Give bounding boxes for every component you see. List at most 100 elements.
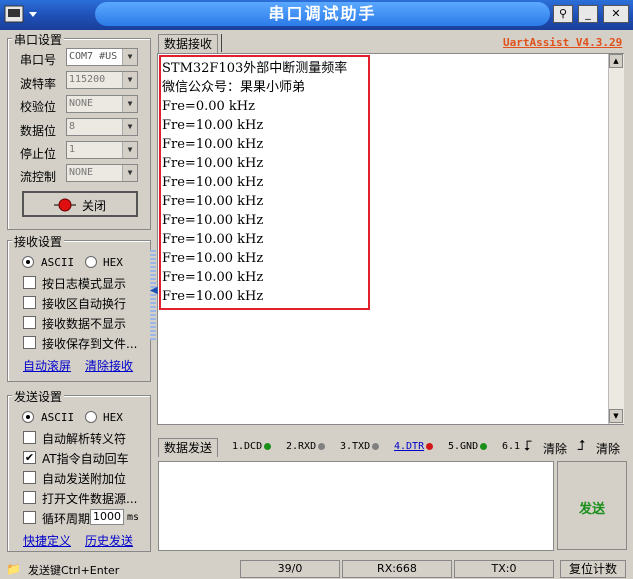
port-select[interactable]: COM7 #US ▼: [66, 48, 138, 66]
group-label: 发送设置: [12, 388, 65, 405]
send-option-checkbox[interactable]: [23, 471, 36, 484]
minimize-button[interactable]: _: [578, 5, 598, 23]
auto-scroll-link[interactable]: 自动滚屏: [23, 357, 71, 374]
send-option-label: 打开文件数据源...: [42, 492, 138, 506]
send-ascii-radio[interactable]: [22, 411, 34, 423]
recv-option-checkbox[interactable]: [23, 336, 36, 349]
parity-select[interactable]: NONE ▼: [66, 95, 138, 113]
send-option-checkbox[interactable]: ✔: [23, 451, 36, 464]
databits-select[interactable]: 8 ▼: [66, 118, 138, 136]
window-title: 串口调试助手: [95, 2, 550, 26]
send-ascii-label: ASCII: [41, 411, 75, 424]
recv-option-checkbox[interactable]: [23, 296, 36, 309]
tab-data-send[interactable]: 数据发送: [158, 438, 219, 457]
chevron-down-icon: ▼: [122, 49, 137, 65]
signal-rxd: 2.RXD: [286, 441, 326, 452]
signal-led-icon: [426, 442, 434, 450]
red-led-icon: [54, 198, 76, 212]
group-label: 接收设置: [12, 233, 65, 250]
reset-count-button[interactable]: 复位计数: [560, 560, 626, 578]
signal-dcd: 1.DCD: [232, 441, 272, 452]
pin-button[interactable]: ⚲: [553, 5, 573, 23]
close-port-label: 关闭: [82, 199, 107, 213]
chevron-down-icon: ▼: [122, 165, 137, 181]
tab-separator: [221, 34, 222, 52]
receive-scrollbar[interactable]: ▲ ▼: [608, 54, 624, 424]
chevron-down-icon: ▼: [122, 72, 137, 88]
chevron-down-icon: ▼: [122, 119, 137, 135]
signal-dtr[interactable]: 4.DTR: [394, 441, 434, 452]
recv-option-label: 接收保存到文件...: [42, 337, 138, 351]
highlight-box: [159, 55, 370, 310]
signal-txd: 3.TXD: [340, 441, 380, 452]
system-menu-button[interactable]: [4, 4, 42, 24]
clear-receive-link[interactable]: 清除接收: [85, 357, 133, 374]
send-button[interactable]: 发送: [557, 461, 627, 550]
flow-label: 流控制: [20, 170, 57, 184]
send-option-label: AT指令自动回车: [42, 452, 129, 466]
send-option-checkbox[interactable]: [23, 431, 36, 444]
databits-label: 数据位: [20, 124, 57, 138]
group-label: 串口设置: [12, 31, 65, 48]
baud-label: 波特率: [20, 77, 57, 91]
stopbits-label: 停止位: [20, 147, 57, 161]
clear-send-button-1[interactable]: 清除: [543, 440, 567, 457]
send-option-checkbox[interactable]: [23, 491, 36, 504]
recv-option-label: 接收区自动换行: [42, 297, 127, 311]
shortcut-def-link[interactable]: 快捷定义: [23, 532, 71, 549]
tab-data-receive[interactable]: 数据接收: [158, 34, 219, 53]
status-icon: 📁: [6, 562, 21, 576]
collapse-arrow-icon[interactable]: ◀: [150, 285, 158, 296]
signal-led-icon: [318, 442, 326, 450]
chevron-down-icon: ▼: [122, 142, 137, 158]
version-link[interactable]: UartAssist V4.3.29: [503, 36, 622, 49]
flow-select[interactable]: NONE ▼: [66, 164, 138, 182]
send-hex-label: HEX: [103, 411, 123, 424]
send-button-label: 发送: [578, 502, 605, 517]
signal-gnd: 5.GND: [448, 441, 488, 452]
cycle-unit: ms: [127, 512, 140, 523]
status-hint: 发送键Ctrl+Enter: [28, 564, 120, 577]
stopbits-select[interactable]: 1 ▼: [66, 141, 138, 159]
pin-icon: ⚲: [558, 7, 568, 20]
clear-send-icon[interactable]: ⮦: [524, 438, 532, 454]
scroll-down-icon[interactable]: ▼: [609, 409, 623, 423]
clear-send-button-2[interactable]: 清除: [596, 440, 620, 457]
signal-6: 6.1: [502, 441, 521, 452]
title-bar: 串口调试助手 ⚲ _ ✕: [0, 0, 633, 30]
parity-label: 校验位: [20, 100, 57, 114]
send-text-area[interactable]: [158, 461, 554, 551]
status-count: 39/0: [240, 560, 340, 578]
signal-indicators: 1.DCD 2.RXD 3.TXD 4.DTR 5.GND 6.1: [226, 437, 521, 457]
signal-led-icon: [372, 442, 380, 450]
recv-option-label: 按日志模式显示: [42, 277, 127, 291]
recv-hex-label: HEX: [103, 256, 123, 269]
recv-ascii-label: ASCII: [41, 256, 75, 269]
status-rx: RX:668: [342, 560, 452, 578]
baud-select[interactable]: 115200 ▼: [66, 71, 138, 89]
recv-ascii-radio[interactable]: [22, 256, 34, 268]
close-icon: ✕: [611, 7, 621, 20]
recv-option-label: 接收数据不显示: [42, 317, 127, 331]
close-window-button[interactable]: ✕: [603, 5, 629, 23]
signal-led-icon: [480, 442, 488, 450]
send-option-label: 自动发送附加位: [42, 472, 127, 486]
minimize-icon: _: [585, 7, 591, 20]
history-send-link[interactable]: 历史发送: [85, 532, 133, 549]
send-hex-radio[interactable]: [85, 411, 97, 423]
recv-option-checkbox[interactable]: [23, 276, 36, 289]
status-tx: TX:0: [454, 560, 554, 578]
clear-recv-icon[interactable]: ⮥: [577, 438, 585, 454]
cycle-input[interactable]: 1000: [90, 509, 124, 525]
recv-hex-radio[interactable]: [85, 256, 97, 268]
recv-option-checkbox[interactable]: [23, 316, 36, 329]
app-icon: [4, 5, 37, 23]
close-port-button[interactable]: 关闭: [22, 191, 138, 217]
signal-led-icon: [264, 442, 272, 450]
scroll-up-icon[interactable]: ▲: [609, 54, 623, 68]
cycle-label: 循环周期: [42, 512, 91, 526]
cycle-checkbox[interactable]: [23, 511, 36, 524]
port-label: 串口号: [20, 53, 57, 67]
chevron-down-icon: ▼: [122, 96, 137, 112]
send-option-label: 自动解析转义符: [42, 432, 127, 446]
